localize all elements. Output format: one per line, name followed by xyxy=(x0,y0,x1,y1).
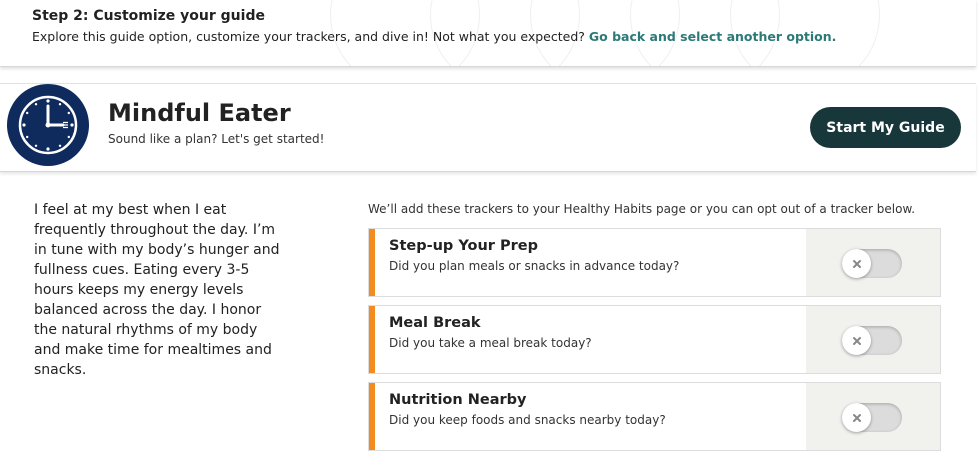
tracker-title: Meal Break xyxy=(389,315,481,331)
guide-title: Mindful Eater xyxy=(108,99,291,127)
start-my-guide-button[interactable]: Start My Guide xyxy=(810,107,961,148)
tracker-info: Step-up Your Prep Did you plan meals or … xyxy=(375,229,806,296)
clock-fork-knife-icon xyxy=(7,84,89,166)
tracker-question: Did you take a meal break today? xyxy=(389,336,592,350)
guide-description: I feel at my best when I eat frequently … xyxy=(34,202,280,378)
close-x-icon xyxy=(852,413,861,422)
tracker-title: Step-up Your Prep xyxy=(389,238,539,254)
guide-header-card: Mindful Eater Sound like a plan? Let's g… xyxy=(0,83,976,172)
tracker-title: Nutrition Nearby xyxy=(389,392,527,408)
step-description: Explore this guide option, customize you… xyxy=(32,29,836,44)
toggle-knob xyxy=(842,249,871,278)
step-header: Step 2: Customize your guide Explore thi… xyxy=(0,0,976,67)
tracker-toggle-area xyxy=(806,306,940,373)
guide-subtitle: Sound like a plan? Let's get started! xyxy=(108,132,325,146)
step-title: Step 2: Customize your guide xyxy=(32,8,265,24)
tracker-question: Did you plan meals or snacks in advance … xyxy=(389,259,680,273)
tracker-toggle[interactable] xyxy=(842,326,902,355)
tracker-toggle-area xyxy=(806,383,940,450)
tracker-info: Nutrition Nearby Did you keep foods and … xyxy=(375,383,806,450)
tracker-nutrition-nearby: Nutrition Nearby Did you keep foods and … xyxy=(368,382,941,451)
tracker-meal-break: Meal Break Did you take a meal break tod… xyxy=(368,305,941,374)
toggle-knob xyxy=(842,326,871,355)
tracker-toggle[interactable] xyxy=(842,249,902,278)
tracker-question: Did you keep foods and snacks nearby tod… xyxy=(389,413,666,427)
step-description-text: Explore this guide option, customize you… xyxy=(32,29,585,44)
toggle-knob xyxy=(842,403,871,432)
tracker-toggle[interactable] xyxy=(842,403,902,432)
tracker-info: Meal Break Did you take a meal break tod… xyxy=(375,306,806,373)
trackers-intro: We’ll add these trackers to your Healthy… xyxy=(368,202,916,216)
tracker-toggle-area xyxy=(806,229,940,296)
go-back-link[interactable]: Go back and select another option. xyxy=(589,29,837,44)
close-x-icon xyxy=(852,259,861,268)
close-x-icon xyxy=(852,336,861,345)
tracker-step-up-your-prep: Step-up Your Prep Did you plan meals or … xyxy=(368,228,941,297)
